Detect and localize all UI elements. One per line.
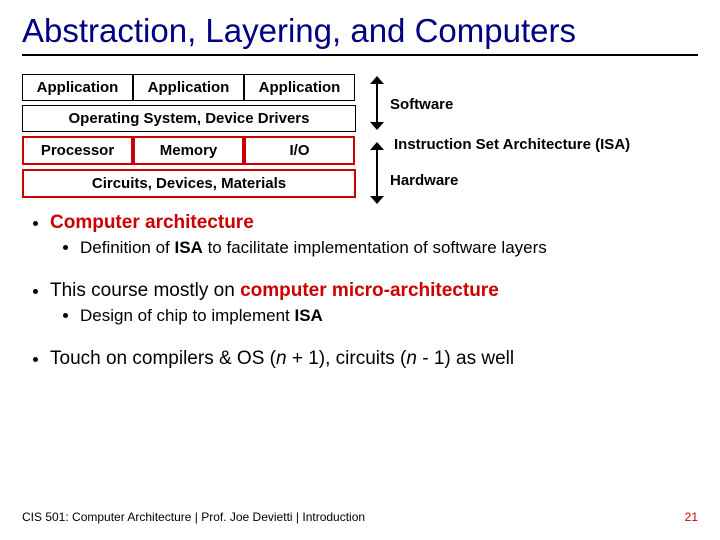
bullet-arch-text: Computer architecture (50, 212, 254, 233)
text: - 1) as well (417, 348, 514, 369)
side-labels: Software Instruction Set Architecture (I… (362, 74, 698, 198)
layer-diagram: Application Application Application Oper… (22, 74, 698, 198)
app-box: Application (133, 74, 244, 101)
processor-box: Processor (22, 136, 133, 165)
text-bold: computer micro-architecture (240, 280, 499, 301)
apps-row: Application Application Application (22, 74, 356, 101)
app-box: Application (22, 74, 133, 101)
page-number: 21 (685, 510, 698, 524)
bullet-list: Computer architecture Definition of ISA … (22, 212, 698, 370)
text: to facilitate implementation of software… (203, 238, 547, 257)
footer: CIS 501: Computer Architecture | Prof. J… (22, 510, 698, 524)
text: This course mostly on (50, 280, 240, 301)
text-bold: ISA (175, 238, 203, 257)
text: Definition of (80, 238, 175, 257)
hardware-arrow-icon (370, 142, 384, 204)
software-label: Software (390, 96, 453, 113)
text: + 1), circuits ( (287, 348, 407, 369)
hw-row: Processor Memory I/O (22, 136, 356, 165)
text-ital: n (406, 348, 417, 369)
isa-label: Instruction Set Architecture (ISA) (394, 136, 630, 153)
hardware-label: Hardware (390, 172, 458, 189)
slide-title: Abstraction, Layering, and Computers (22, 12, 698, 50)
os-box: Operating System, Device Drivers (22, 105, 356, 132)
app-box: Application (244, 74, 355, 101)
io-box: I/O (244, 136, 355, 165)
text-ital: n (276, 348, 287, 369)
text-bold: ISA (295, 306, 323, 325)
bullet-micro: This course mostly on computer micro-arc… (50, 280, 698, 326)
title-rule (22, 54, 698, 56)
bullet-micro-sub: Design of chip to implement ISA (80, 306, 698, 326)
bullet-arch-sub: Definition of ISA to facilitate implemen… (80, 238, 698, 258)
bullet-arch: Computer architecture Definition of ISA … (50, 212, 698, 258)
text: Design of chip to implement (80, 306, 295, 325)
software-arrow-icon (370, 76, 384, 130)
bullet-compilers: Touch on compilers & OS (n + 1), circuit… (50, 348, 698, 370)
text: Touch on compilers & OS ( (50, 348, 276, 369)
circuits-box: Circuits, Devices, Materials (22, 169, 356, 198)
layer-stack: Application Application Application Oper… (22, 74, 356, 198)
memory-box: Memory (133, 136, 244, 165)
footer-text: CIS 501: Computer Architecture | Prof. J… (22, 510, 365, 524)
